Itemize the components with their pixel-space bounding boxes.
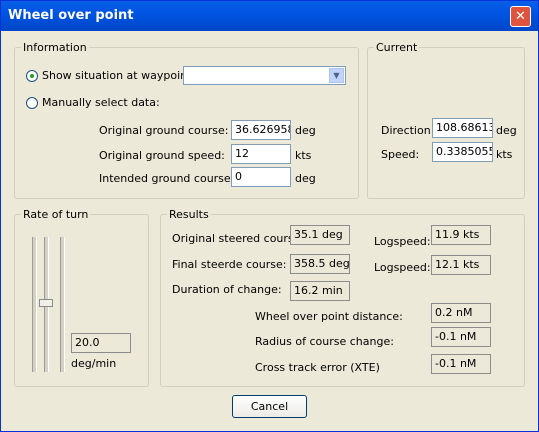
rate-of-turn-value: 20.0 bbox=[71, 333, 131, 353]
close-icon: ✕ bbox=[515, 9, 526, 24]
orig-speed-unit: kts bbox=[295, 149, 312, 162]
orig-speed-input[interactable]: 12 bbox=[231, 144, 291, 164]
direction-label: Direction: bbox=[381, 124, 435, 137]
radio-show-waypoint[interactable] bbox=[26, 70, 38, 82]
logspeed1-label: Logspeed: bbox=[374, 235, 431, 248]
results-legend: Results bbox=[167, 208, 211, 221]
wop-distance-label: Wheel over point distance: bbox=[255, 310, 403, 323]
results-group: Results Original steered course: 35.1 de… bbox=[160, 208, 525, 387]
speed-label: Speed: bbox=[381, 148, 420, 161]
orig-course-input[interactable]: 36.6269586 bbox=[231, 120, 291, 140]
final-steered-value: 358.5 deg bbox=[290, 254, 350, 274]
wop-distance-value: 0.2 nM bbox=[431, 303, 491, 323]
rate-of-turn-legend: Rate of turn bbox=[21, 208, 91, 221]
duration-value: 16.2 min bbox=[290, 281, 350, 301]
orig-course-label: Original ground course: bbox=[99, 124, 229, 137]
rate-of-turn-unit: deg/min bbox=[71, 357, 117, 370]
xte-value: -0.1 nM bbox=[431, 354, 491, 374]
title-bar[interactable]: Wheel over point ✕ bbox=[1, 1, 538, 31]
xte-label: Cross track error (XTE) bbox=[255, 361, 380, 374]
logspeed1-value: 11.9 kts bbox=[431, 225, 491, 245]
duration-label: Duration of change: bbox=[172, 283, 282, 296]
radio-manual-select-label[interactable]: Manually select data: bbox=[42, 96, 160, 109]
intended-course-label: Intended ground course: bbox=[99, 172, 235, 185]
slider-track-right bbox=[60, 237, 65, 372]
window-title: Wheel over point bbox=[8, 8, 134, 23]
cancel-button[interactable]: Cancel bbox=[232, 395, 307, 418]
intended-course-input[interactable]: 0 bbox=[231, 167, 291, 187]
direction-unit: deg bbox=[496, 124, 517, 137]
cancel-button-label: Cancel bbox=[250, 400, 289, 413]
rate-of-turn-group: Rate of turn 20.0 deg/min bbox=[14, 208, 149, 387]
slider-track-left bbox=[32, 237, 37, 372]
rate-of-turn-slider[interactable] bbox=[39, 237, 53, 372]
chevron-down-icon[interactable]: ▼ bbox=[329, 68, 344, 83]
current-speed-unit: kts bbox=[496, 148, 513, 161]
current-speed-input[interactable]: 0.33850557 bbox=[432, 142, 493, 162]
logspeed2-label: Logspeed: bbox=[374, 261, 431, 274]
close-button[interactable]: ✕ bbox=[510, 6, 531, 27]
orig-speed-label: Original ground speed: bbox=[99, 149, 225, 162]
logspeed2-value: 12.1 kts bbox=[431, 255, 491, 275]
orig-steered-label: Original steered course: bbox=[172, 232, 305, 245]
orig-course-unit: deg bbox=[295, 124, 316, 137]
direction-input[interactable]: 108.686134 bbox=[432, 118, 493, 138]
current-group: Current Direction: 108.686134 deg Speed:… bbox=[367, 41, 525, 199]
radio-manual-select[interactable] bbox=[26, 97, 38, 109]
slider-thumb[interactable] bbox=[39, 299, 53, 307]
information-group: Information Show situation at waypoint: … bbox=[14, 41, 359, 199]
orig-steered-value: 35.1 deg bbox=[290, 225, 350, 245]
radio-show-waypoint-label[interactable]: Show situation at waypoint: bbox=[42, 69, 195, 82]
waypoint-dropdown[interactable]: ▼ bbox=[183, 66, 346, 85]
information-legend: Information bbox=[21, 41, 89, 54]
radius-label: Radius of course change: bbox=[255, 335, 394, 348]
current-legend: Current bbox=[374, 41, 420, 54]
radius-value: -0.1 nM bbox=[431, 327, 491, 347]
intended-course-unit: deg bbox=[295, 172, 316, 185]
dialog-window: Wheel over point ✕ Information Show situ… bbox=[0, 0, 539, 432]
final-steered-label: Final steerde course: bbox=[172, 258, 287, 271]
